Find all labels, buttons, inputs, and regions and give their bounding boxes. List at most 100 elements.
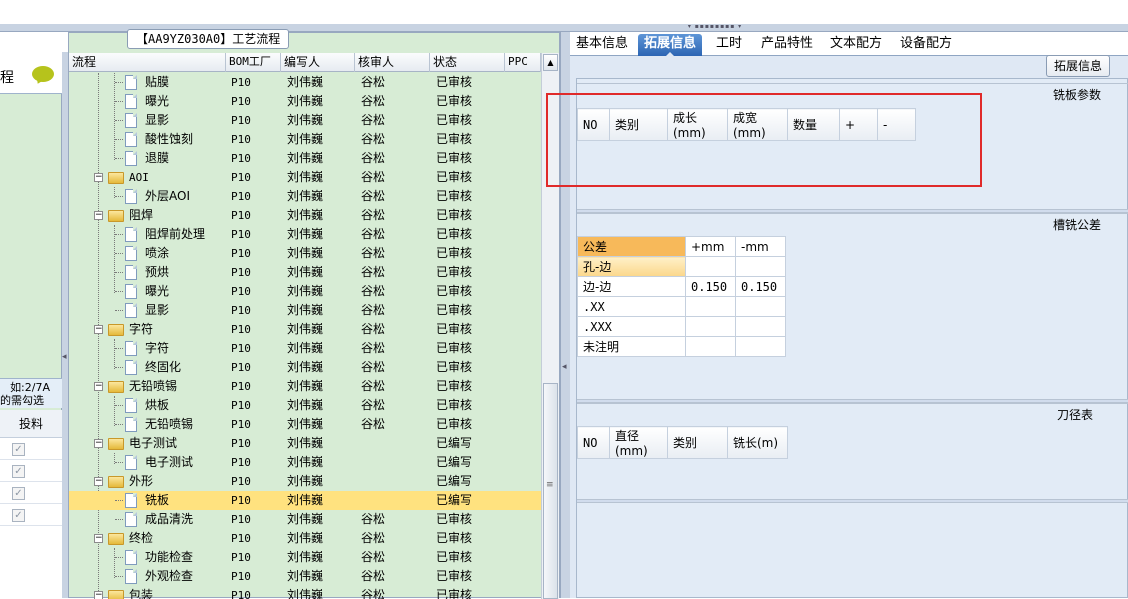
tolerance-name[interactable]: 孔-边 — [577, 256, 686, 277]
speech-bubble-icon[interactable] — [32, 66, 54, 82]
tree-group-row[interactable]: − 字符 P10 刘伟巍 谷松 已审核 — [69, 320, 541, 339]
tool-col-diameter[interactable]: 直径(mm) — [609, 426, 668, 459]
tree-group-row[interactable]: − 终检 P10 刘伟巍 谷松 已审核 — [69, 529, 541, 548]
tree-row[interactable]: 贴膜 P10 刘伟巍 谷松 已审核 — [69, 73, 541, 92]
tree-group-row[interactable]: − 包装 P10 刘伟巍 谷松 已审核 — [69, 586, 541, 599]
tolerance-minus[interactable] — [735, 316, 786, 337]
tool-col-length[interactable]: 铣长(m) — [727, 426, 788, 459]
tree-row[interactable]: 无铅喷锡 P10 刘伟巍 谷松 已审核 — [69, 415, 541, 434]
tree-row[interactable]: 终固化 P10 刘伟巍 谷松 已审核 — [69, 358, 541, 377]
tab-extended-info[interactable]: 拓展信息 — [638, 34, 703, 57]
tool-diameter-table: NO 直径(mm) 类别 铣长(m) — [577, 426, 788, 459]
document-icon — [125, 189, 137, 204]
splitter-grip-icon[interactable]: ◂ — [62, 352, 67, 362]
drag-handle-icon[interactable]: ▾ ▪▪▪▪▪▪▪▪ ▾ — [680, 24, 750, 30]
tolerance-row[interactable]: 边-边 0.150 0.150 — [577, 276, 786, 297]
tolerance-minus[interactable] — [735, 336, 786, 357]
section-splitter[interactable] — [577, 499, 1128, 503]
tolerance-row[interactable]: 未注明 — [577, 336, 786, 357]
tolerance-minus[interactable] — [735, 256, 786, 277]
tree-group-row[interactable]: − 无铅喷锡 P10 刘伟巍 谷松 已审核 — [69, 377, 541, 396]
collapse-toggle-icon[interactable]: − — [94, 382, 103, 391]
collapse-toggle-icon[interactable]: − — [94, 439, 103, 448]
left-panel-note: 如:2/7A 的需勾选 — [0, 378, 62, 408]
tab-basic-info[interactable]: 基本信息 — [570, 34, 634, 56]
tree-row[interactable]: 退膜 P10 刘伟巍 谷松 已审核 — [69, 149, 541, 168]
process-tree-title: 【AA9YZ030A0】工艺流程 — [127, 29, 290, 49]
tree-row[interactable]: 外层AOI P10 刘伟巍 谷松 已审核 — [69, 187, 541, 206]
collapse-toggle-icon[interactable]: − — [94, 325, 103, 334]
col-flow[interactable]: 流程 — [69, 53, 226, 72]
tab-text-recipe[interactable]: 文本配方 — [824, 34, 888, 56]
tree-row[interactable]: 字符 P10 刘伟巍 谷松 已审核 — [69, 339, 541, 358]
document-icon — [125, 398, 137, 413]
col-status[interactable]: 状态 — [430, 53, 505, 72]
tolerance-minus[interactable] — [735, 296, 786, 317]
tab-equipment-recipe[interactable]: 设备配方 — [894, 34, 958, 56]
collapse-toggle-icon[interactable]: − — [94, 211, 103, 220]
tolerance-col-name[interactable]: 公差 — [577, 236, 686, 257]
tolerance-row[interactable]: 孔-边 — [577, 256, 786, 277]
document-icon — [125, 94, 137, 109]
scroll-up-icon[interactable]: ▲ — [543, 54, 558, 71]
tolerance-plus[interactable] — [685, 296, 736, 317]
collapse-toggle-icon[interactable]: − — [94, 477, 103, 486]
tree-row[interactable]: 功能检查 P10 刘伟巍 谷松 已审核 — [69, 548, 541, 567]
feed-checkbox[interactable]: ✓ — [12, 443, 25, 456]
feed-checkbox[interactable]: ✓ — [12, 465, 25, 478]
tolerance-plus[interactable]: 0.150 — [685, 276, 736, 297]
tree-group-row[interactable]: − 阻焊 P10 刘伟巍 谷松 已审核 — [69, 206, 541, 225]
tool-col-category[interactable]: 类别 — [667, 426, 728, 459]
tree-group-row[interactable]: − 电子测试 P10 刘伟巍 已编写 — [69, 434, 541, 453]
tree-row-selected[interactable]: 铣板 P10 刘伟巍 已编写 — [69, 491, 541, 510]
col-checker[interactable]: 核审人 — [355, 53, 430, 72]
tree-row[interactable]: 外观检查 P10 刘伟巍 谷松 已审核 — [69, 567, 541, 586]
tolerance-plus[interactable] — [685, 316, 736, 337]
tolerance-minus[interactable]: 0.150 — [735, 276, 786, 297]
feed-row: ✓ — [0, 482, 62, 504]
feed-checkbox[interactable]: ✓ — [12, 509, 25, 522]
tab-product-features[interactable]: 产品特性 — [755, 34, 819, 56]
feed-column-header[interactable]: 投料 — [0, 410, 62, 438]
tree-row[interactable]: 显影 P10 刘伟巍 谷松 已审核 — [69, 111, 541, 130]
tab-bar: 基本信息 拓展信息 工时 产品特性 文本配方 设备配方 — [570, 32, 1128, 57]
tolerance-col-plus[interactable]: +mm — [685, 236, 736, 257]
tolerance-plus[interactable] — [685, 256, 736, 277]
collapse-toggle-icon[interactable]: − — [94, 534, 103, 543]
tolerance-row[interactable]: .XXX — [577, 316, 786, 337]
feed-row: ✓ — [0, 438, 62, 460]
tree-row[interactable]: 酸性蚀刻 P10 刘伟巍 谷松 已审核 — [69, 130, 541, 149]
scrollbar-thumb[interactable]: ≡ — [543, 383, 558, 599]
tree-row[interactable]: 显影 P10 刘伟巍 谷松 已审核 — [69, 301, 541, 320]
collapse-toggle-icon[interactable]: − — [94, 173, 103, 182]
tree-row[interactable]: 烘板 P10 刘伟巍 谷松 已审核 — [69, 396, 541, 415]
tolerance-name[interactable]: 边-边 — [577, 276, 686, 297]
tree-row[interactable]: 曝光 P10 刘伟巍 谷松 已审核 — [69, 282, 541, 301]
tree-row[interactable]: 预烘 P10 刘伟巍 谷松 已审核 — [69, 263, 541, 282]
tree-row[interactable]: 电子测试 P10 刘伟巍 已编写 — [69, 453, 541, 472]
tolerance-row[interactable]: .XX — [577, 296, 786, 317]
tab-work-hours[interactable]: 工时 — [710, 34, 748, 56]
extended-info-button[interactable]: 拓展信息 — [1046, 55, 1110, 77]
document-icon — [125, 417, 137, 432]
tree-row[interactable]: 成品清洗 P10 刘伟巍 谷松 已审核 — [69, 510, 541, 529]
tree-group-row[interactable]: − 外形 P10 刘伟巍 已编写 — [69, 472, 541, 491]
tree-row[interactable]: 喷涂 P10 刘伟巍 谷松 已审核 — [69, 244, 541, 263]
tolerance-name[interactable]: 未注明 — [577, 336, 686, 357]
tree-group-row[interactable]: − AOI P10 刘伟巍 谷松 已审核 — [69, 168, 541, 187]
col-bom-plant[interactable]: BOM工厂 — [226, 53, 281, 72]
feed-checkbox[interactable]: ✓ — [12, 487, 25, 500]
tree-row[interactable]: 阻焊前处理 P10 刘伟巍 谷松 已审核 — [69, 225, 541, 244]
col-ppc[interactable]: PPC — [505, 53, 541, 72]
tolerance-name[interactable]: .XX — [577, 296, 686, 317]
tool-col-no[interactable]: NO — [577, 426, 610, 459]
milling-params-title: 铣板参数 — [1052, 88, 1101, 102]
tolerance-col-minus[interactable]: -mm — [735, 236, 786, 257]
tree-column-header: 流程 BOM工厂 编写人 核审人 状态 PPC — [69, 53, 541, 72]
splitter-grip-icon[interactable]: ◂ — [562, 362, 567, 372]
tree-row[interactable]: 曝光 P10 刘伟巍 谷松 已审核 — [69, 92, 541, 111]
col-writer[interactable]: 编写人 — [281, 53, 355, 72]
tolerance-plus[interactable] — [685, 336, 736, 357]
folder-icon — [108, 533, 124, 545]
tolerance-name[interactable]: .XXX — [577, 316, 686, 337]
